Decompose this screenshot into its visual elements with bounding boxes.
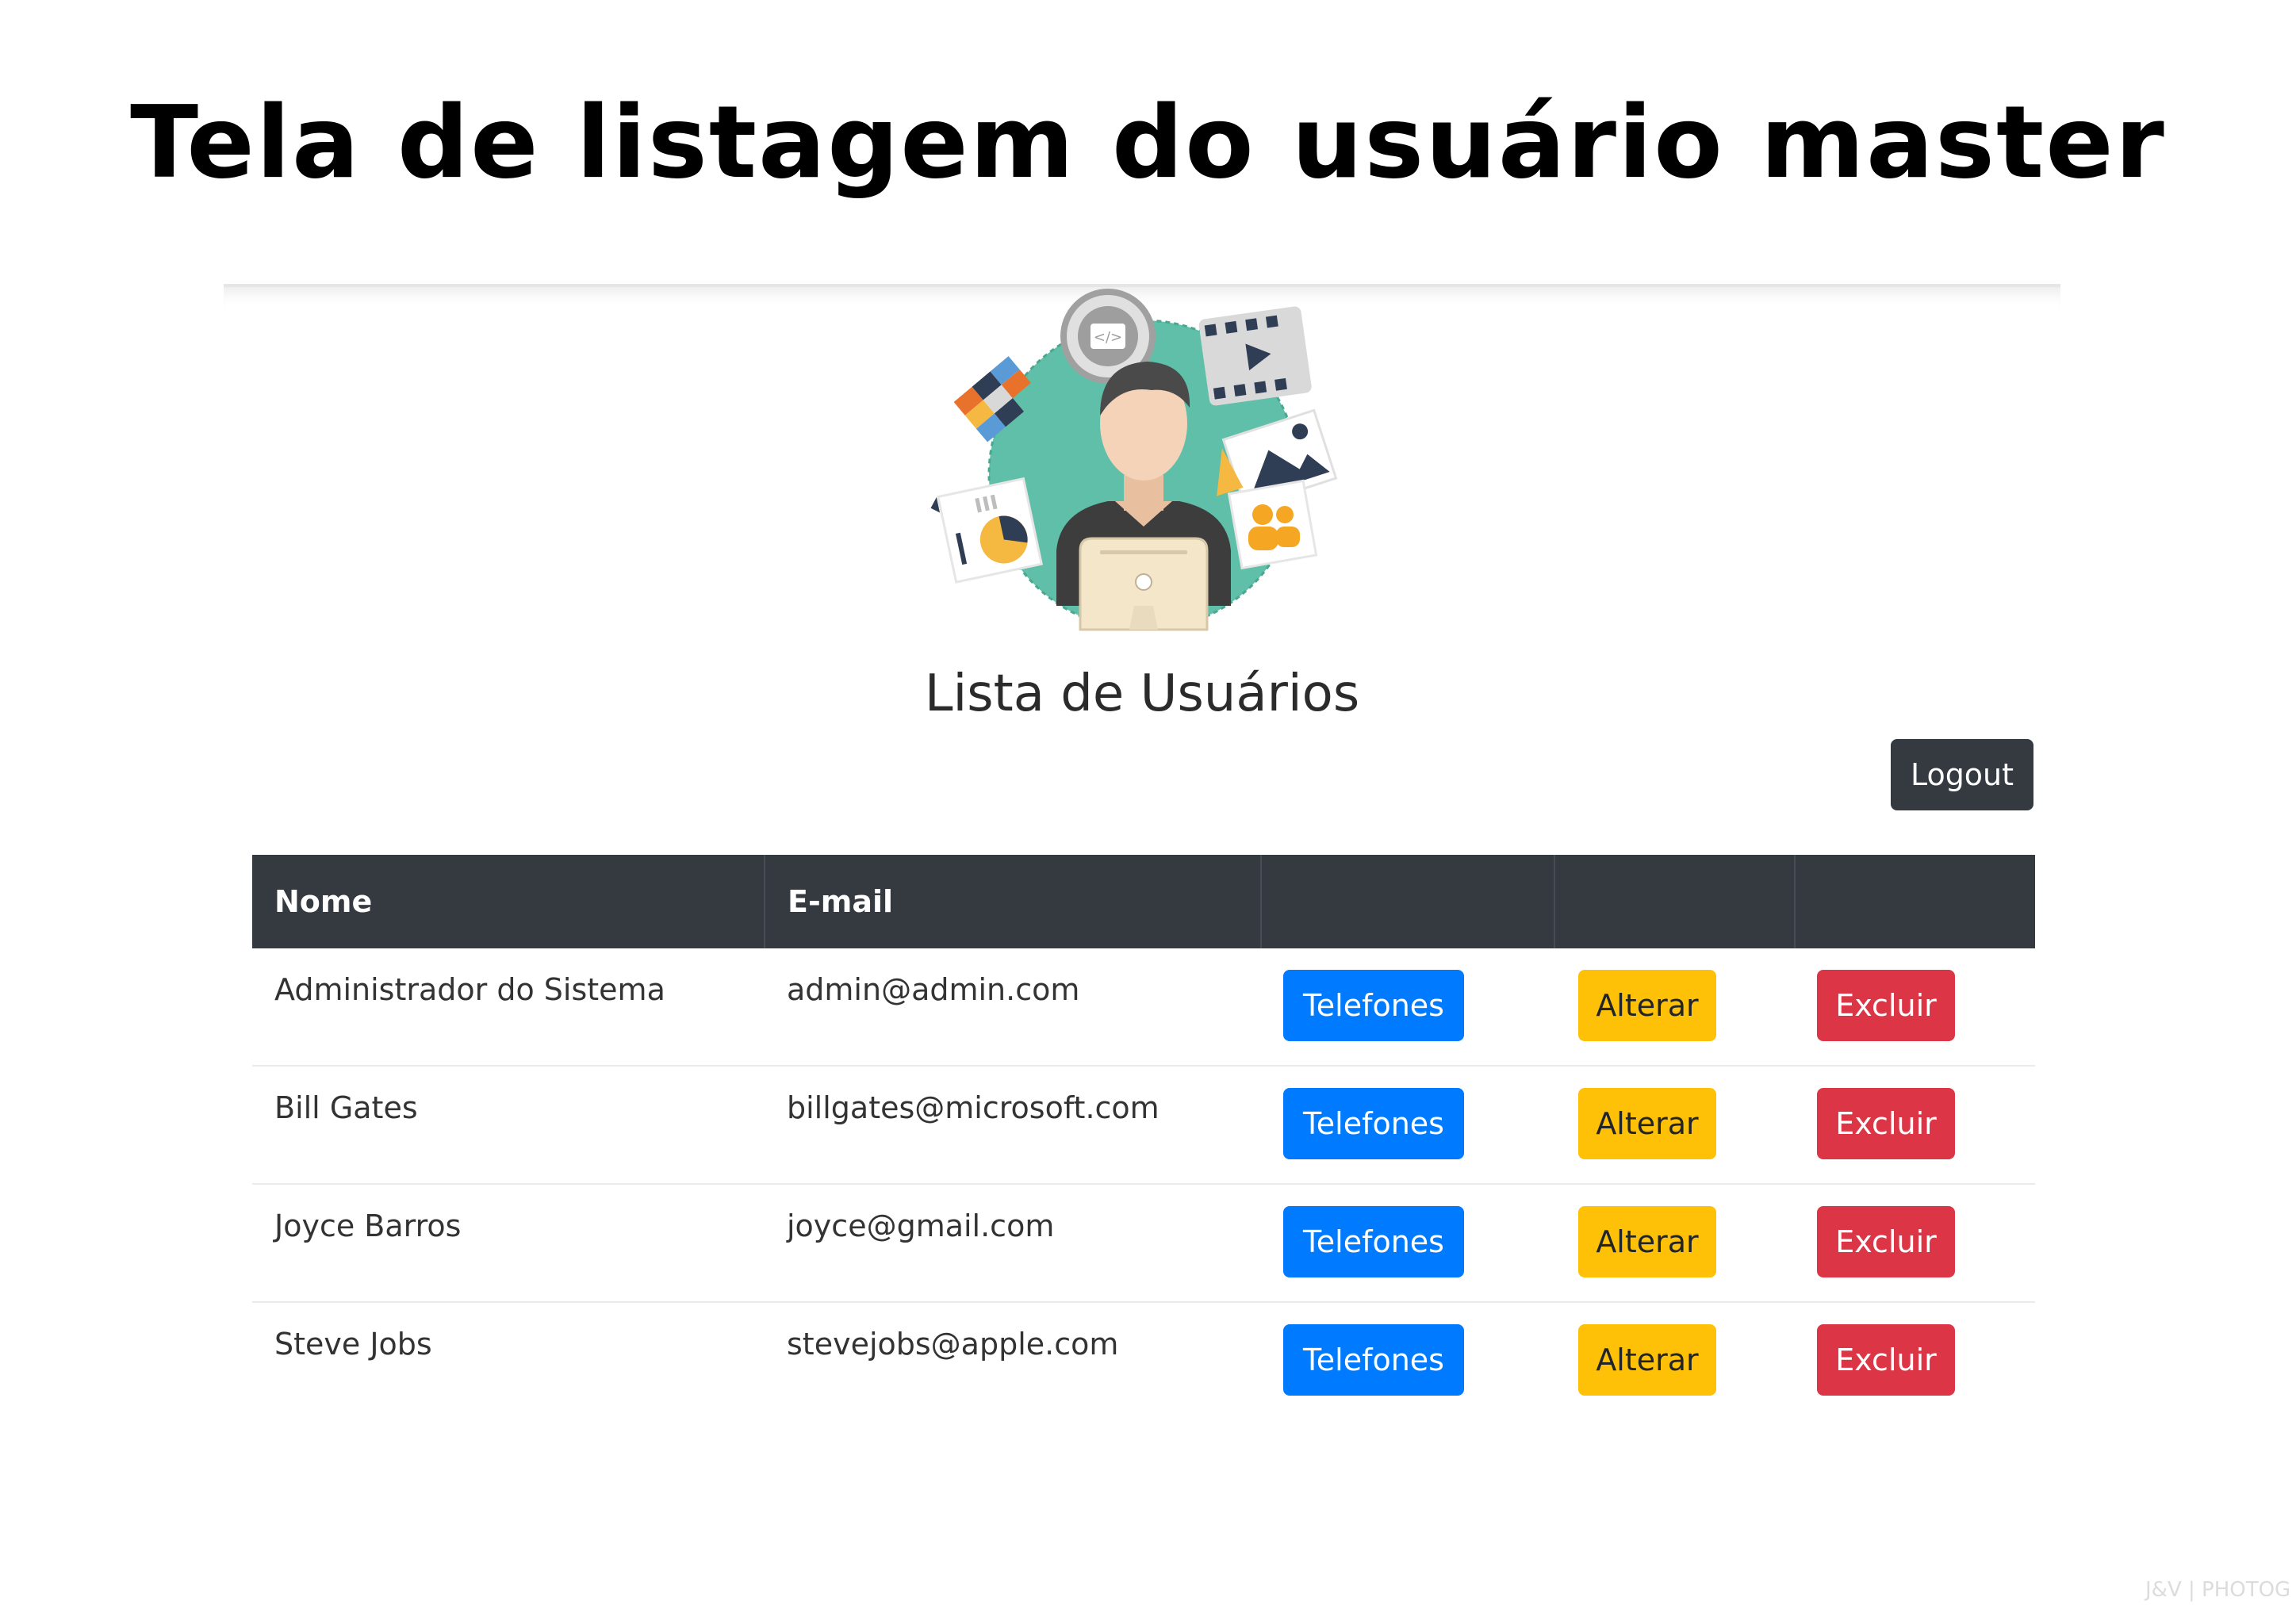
- table-row: Bill Gates billgates@microsoft.com Telef…: [252, 1065, 2035, 1184]
- edit-button[interactable]: Alterar: [1578, 970, 1716, 1041]
- phones-button[interactable]: Telefones: [1283, 1206, 1464, 1277]
- cell-delete: Excluir: [1795, 1183, 2035, 1302]
- cell-name: Steve Jobs: [252, 1301, 765, 1419]
- delete-button[interactable]: Excluir: [1817, 1324, 1955, 1396]
- group-icon: [1227, 479, 1318, 570]
- slide-title: Tela de listagem do usuário master: [130, 84, 2166, 201]
- column-header-email: E-mail: [765, 855, 1262, 948]
- cell-phones: Telefones: [1261, 1065, 1554, 1184]
- watermark: J&V | PHOTOG: [2145, 1578, 2291, 1602]
- user-email: billgates@microsoft.com: [787, 1090, 1159, 1125]
- phones-button[interactable]: Telefones: [1283, 1088, 1464, 1159]
- cell-email: admin@admin.com: [765, 948, 1261, 1066]
- column-header-edit: [1554, 855, 1796, 948]
- cell-name: Administrador do Sistema: [252, 948, 765, 1066]
- delete-button[interactable]: Excluir: [1817, 1088, 1955, 1159]
- cell-edit: Alterar: [1554, 948, 1795, 1066]
- logout-button[interactable]: Logout: [1891, 739, 2033, 810]
- edit-button[interactable]: Alterar: [1578, 1206, 1716, 1277]
- table-header-row: Nome E-mail: [252, 855, 2035, 948]
- users-table: Nome E-mail Administrador do Sistema adm…: [252, 855, 2035, 1419]
- monitor-icon: [1079, 537, 1209, 631]
- user-email: admin@admin.com: [787, 972, 1080, 1007]
- table-row: Administrador do Sistema admin@admin.com…: [252, 948, 2035, 1066]
- phones-button[interactable]: Telefones: [1283, 970, 1464, 1041]
- cell-edit: Alterar: [1554, 1065, 1795, 1184]
- user-name: Bill Gates: [274, 1090, 418, 1125]
- edit-button[interactable]: Alterar: [1578, 1324, 1716, 1396]
- cell-email: billgates@microsoft.com: [765, 1065, 1261, 1184]
- column-header-delete: [1795, 855, 2035, 948]
- user-email: stevejobs@apple.com: [787, 1327, 1119, 1362]
- cell-delete: Excluir: [1795, 1065, 2035, 1184]
- cell-phones: Telefones: [1261, 1301, 1554, 1419]
- delete-button[interactable]: Excluir: [1817, 1206, 1955, 1277]
- table-row: Steve Jobs stevejobs@apple.com Telefones…: [252, 1301, 2035, 1419]
- user-name: Joyce Barros: [274, 1208, 462, 1243]
- user-name: Steve Jobs: [274, 1327, 432, 1362]
- column-header-phones: [1261, 855, 1555, 948]
- user-avatar-illustration: </>: [930, 289, 1338, 631]
- table-row: Joyce Barros joyce@gmail.com Telefones A…: [252, 1183, 2035, 1302]
- cell-phones: Telefones: [1261, 1183, 1554, 1302]
- cell-email: stevejobs@apple.com: [765, 1301, 1261, 1419]
- page-heading: Lista de Usuários: [924, 665, 1360, 723]
- cell-phones: Telefones: [1261, 948, 1554, 1066]
- cell-delete: Excluir: [1795, 948, 2035, 1066]
- user-email: joyce@gmail.com: [787, 1208, 1055, 1243]
- chart-icon: [930, 477, 1044, 584]
- column-header-name: Nome: [252, 855, 765, 948]
- user-name: Administrador do Sistema: [274, 972, 665, 1007]
- svg-text:</>: </>: [1094, 329, 1122, 346]
- film-icon: [1198, 306, 1312, 406]
- cell-email: joyce@gmail.com: [765, 1183, 1261, 1302]
- delete-button[interactable]: Excluir: [1817, 970, 1955, 1041]
- app-screenshot: </> Lista de Usuários Logout Nome E-mail…: [224, 284, 2060, 1469]
- cell-edit: Alterar: [1554, 1183, 1795, 1302]
- edit-button[interactable]: Alterar: [1578, 1088, 1716, 1159]
- cell-name: Bill Gates: [252, 1065, 765, 1184]
- cell-delete: Excluir: [1795, 1301, 2035, 1419]
- cell-edit: Alterar: [1554, 1301, 1795, 1419]
- phones-button[interactable]: Telefones: [1283, 1324, 1464, 1396]
- cell-name: Joyce Barros: [252, 1183, 765, 1302]
